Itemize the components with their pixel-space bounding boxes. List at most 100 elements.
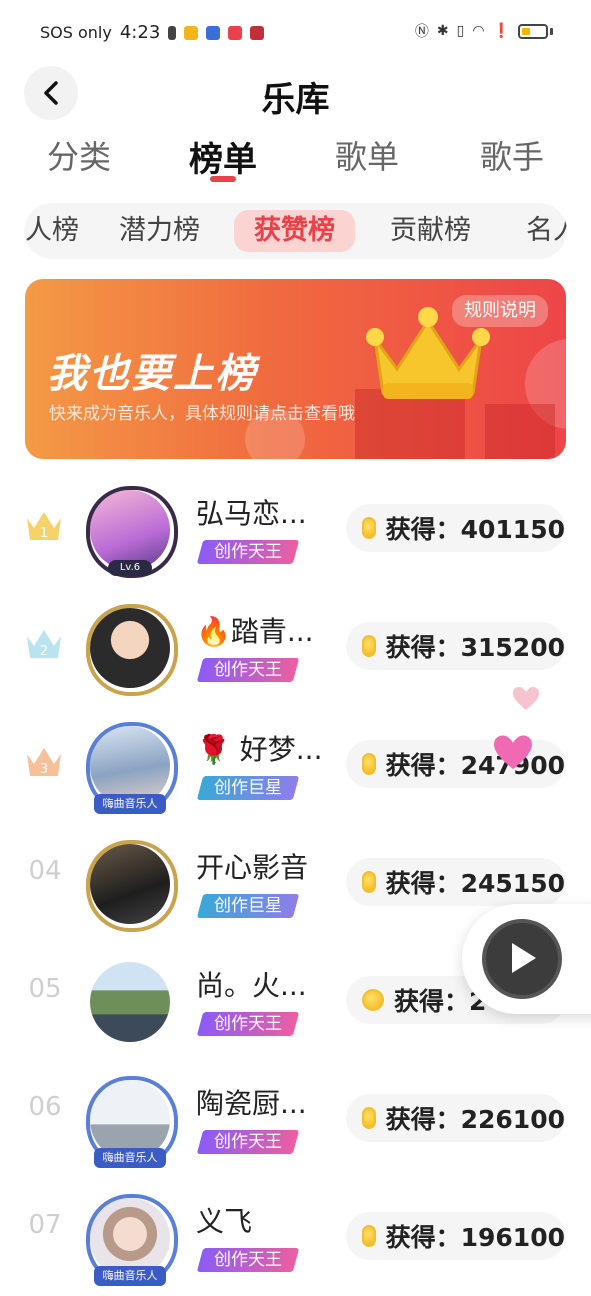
- user-name: 开心影音: [196, 851, 309, 884]
- subtab-contribution[interactable]: 贡献榜: [390, 203, 471, 259]
- nfc-icon: Ⓝ: [414, 24, 429, 40]
- vibrate-icon: ▯: [456, 23, 465, 39]
- album-disc: [482, 919, 562, 999]
- score-value: 获得：196100: [385, 1223, 565, 1252]
- battery-cap: [550, 27, 553, 35]
- list-item[interactable]: 06 嗨曲音乐人 陶瓷厨... 创作天王 获得：226100: [0, 1060, 591, 1178]
- score-pill: 获得：245150: [346, 858, 565, 906]
- list-item[interactable]: 2 🔥踏青... 创作天王 获得：315200: [0, 588, 591, 706]
- subtab-people[interactable]: 人榜: [25, 203, 79, 259]
- coin-icon: [362, 989, 384, 1011]
- play-icon[interactable]: [512, 943, 536, 973]
- coin-icon: [362, 517, 376, 539]
- coin-icon: [362, 1107, 376, 1129]
- score-value: 获得：226100: [385, 1105, 565, 1134]
- bluetooth-icon: ✱: [436, 23, 449, 39]
- badge-label: 创作天王: [214, 1250, 282, 1270]
- tab-charts[interactable]: 榜单: [163, 132, 283, 181]
- score-pill: 获得：315200: [346, 622, 565, 670]
- banner[interactable]: 规则说明 我也要上榜 快来成为音乐人，具体规则请点击查看哦: [25, 279, 566, 459]
- badge-label: 创作巨星: [214, 896, 282, 916]
- rank-number: 2: [40, 644, 48, 659]
- title-badge: 创作天王: [196, 1130, 300, 1154]
- title-badge: 创作天王: [196, 658, 300, 682]
- header: 乐库: [0, 64, 591, 122]
- mini-player[interactable]: [462, 904, 591, 1014]
- title-badge: 创作巨星: [196, 776, 300, 800]
- heart-icon: [494, 735, 532, 770]
- rank-number: 3: [40, 762, 48, 777]
- avatar-frame: [86, 840, 178, 932]
- tab-singers[interactable]: 歌手: [452, 132, 572, 178]
- avatar-image: [90, 962, 170, 1042]
- score-pill: 获得：401150: [346, 504, 565, 552]
- main-tabs: 分类 榜单 歌单 歌手: [0, 128, 591, 188]
- tab-playlists[interactable]: 歌单: [307, 132, 427, 178]
- app-notification-icon: [206, 25, 221, 40]
- user-name: 🔥踏青...: [196, 615, 314, 648]
- rank-number: 06: [28, 1092, 62, 1122]
- gold-crown-icon: 1: [27, 512, 61, 541]
- avatar[interactable]: [86, 840, 178, 932]
- subtab-celebrity[interactable]: 名人: [526, 203, 567, 259]
- status-bar: SOS only 4:23 Ⓝ ✱ ▯ ◠ ❗: [0, 0, 591, 64]
- rules-button[interactable]: 规则说明: [452, 295, 548, 327]
- heart-icon: [513, 687, 539, 710]
- avatar[interactable]: 嗨曲音乐人: [86, 1194, 178, 1286]
- badge-label: 创作天王: [214, 660, 282, 680]
- user-name: 弘马恋...: [196, 497, 307, 530]
- battery-icon: [518, 23, 548, 39]
- subtab-potential[interactable]: 潜力榜: [119, 203, 200, 259]
- coin-icon: [362, 1225, 376, 1247]
- banner-title: 我也要上榜: [47, 351, 257, 397]
- wifi-icon: ◠: [472, 23, 485, 39]
- rank-number: 07: [28, 1210, 62, 1240]
- avatar[interactable]: [86, 604, 178, 696]
- user-name: 🌹 好梦...: [196, 733, 323, 766]
- status-left: SOS only 4:23: [40, 22, 265, 43]
- score-pill: 获得：226100: [346, 1094, 565, 1142]
- list-item[interactable]: 07 嗨曲音乐人 义飞 创作天王 获得：196100: [0, 1178, 591, 1296]
- sub-tabs: 人榜 潜力榜 获赞榜 贡献榜 名人: [24, 203, 567, 259]
- app-notification-icon: [250, 25, 265, 40]
- list-item[interactable]: 1 Lv.6 弘马恋... 创作天王 获得：401150: [0, 470, 591, 588]
- user-name: 尚。火...: [196, 969, 307, 1002]
- avatar-frame: [86, 604, 178, 696]
- carrier-text: SOS only: [40, 23, 112, 42]
- rank-number: 04: [28, 856, 62, 886]
- level-tag: Lv.6: [108, 560, 152, 576]
- subtab-likes[interactable]: 获赞榜: [234, 210, 355, 252]
- app-notification-icon: [228, 25, 243, 40]
- badge-label: 创作天王: [214, 1132, 282, 1152]
- tab-indicator: [210, 176, 236, 182]
- tab-category[interactable]: 分类: [19, 132, 139, 178]
- battery-small-icon: [168, 25, 177, 40]
- badge-label: 创作巨星: [214, 778, 282, 798]
- title-badge: 创作巨星: [196, 894, 300, 918]
- avatar[interactable]: [86, 958, 174, 1046]
- title-badge: 创作天王: [196, 1248, 300, 1272]
- title-badge: 创作天王: [196, 540, 300, 564]
- coin-icon: [362, 635, 376, 657]
- coin-icon: [362, 753, 376, 775]
- status-right: Ⓝ ✱ ▯ ◠ ❗: [415, 21, 553, 41]
- banner-subtitle: 快来成为音乐人，具体规则请点击查看哦: [49, 404, 355, 424]
- alert-icon: ❗: [492, 23, 510, 39]
- score-pill: 获得：196100: [346, 1212, 565, 1260]
- badge-label: 创作天王: [214, 1014, 282, 1034]
- score-value: 获得：245150: [385, 869, 565, 898]
- bronze-crown-icon: 3: [27, 748, 61, 777]
- avatar[interactable]: Lv.6: [86, 486, 178, 578]
- coin-icon: [362, 871, 376, 893]
- user-name: 义飞: [196, 1205, 253, 1238]
- musician-frame-tag: 嗨曲音乐人: [94, 794, 166, 814]
- musician-frame-tag: 嗨曲音乐人: [94, 1266, 166, 1286]
- avatar[interactable]: 嗨曲音乐人: [86, 1076, 178, 1168]
- clock: 4:23: [119, 22, 161, 43]
- silver-crown-icon: 2: [27, 630, 61, 659]
- banner-decoration: [485, 404, 555, 459]
- user-name: 陶瓷厨...: [196, 1087, 307, 1120]
- page-title: 乐库: [261, 80, 330, 120]
- rank-number: 1: [40, 526, 48, 541]
- avatar[interactable]: 嗨曲音乐人: [86, 722, 178, 814]
